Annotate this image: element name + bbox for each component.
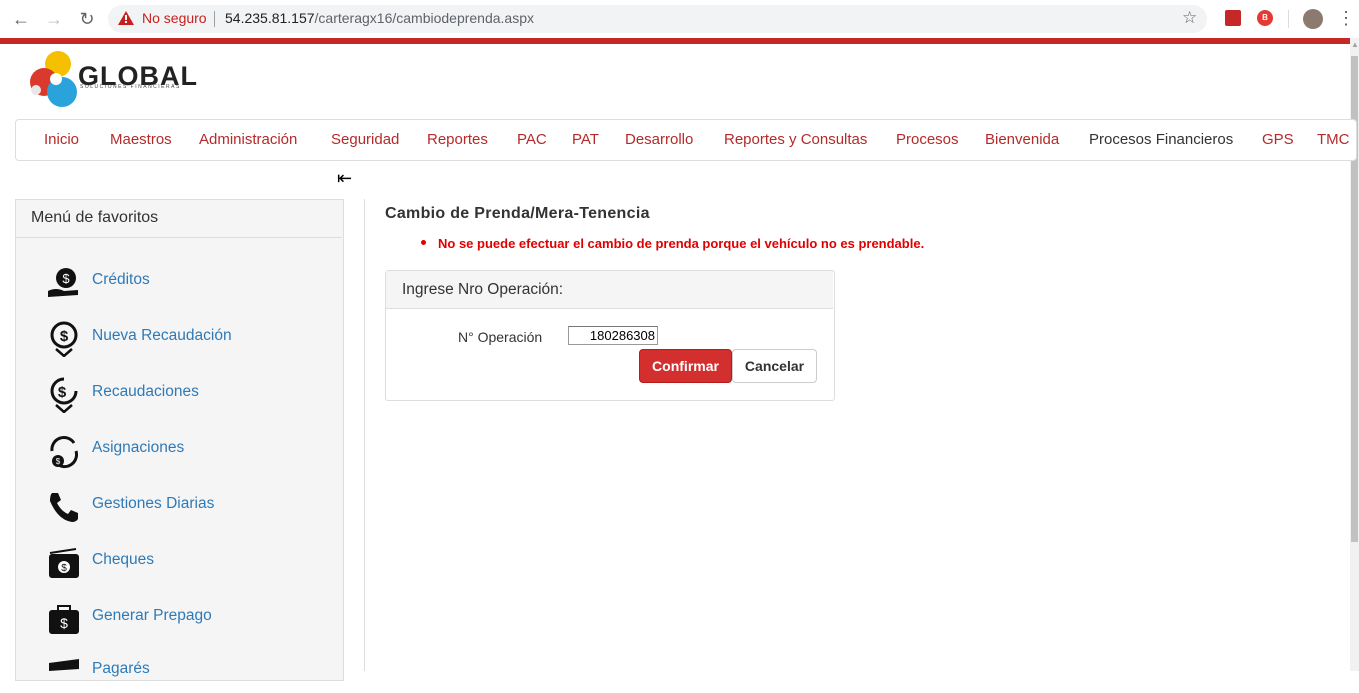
page-title: Cambio de Prenda/Mera-Tenencia <box>385 205 650 222</box>
warning-triangle-icon <box>118 11 134 25</box>
menu-item-tmc[interactable]: TMC <box>1317 131 1350 148</box>
money-pin-icon: $ <box>50 377 78 413</box>
more-menu-icon[interactable]: ⋮ <box>1337 8 1355 29</box>
header-accent-bar <box>0 38 1350 44</box>
back-arrow-icon[interactable]: ← <box>10 8 32 30</box>
collapse-sidebar-icon[interactable]: ⇤ <box>337 168 352 189</box>
operation-number-input[interactable] <box>568 326 658 345</box>
svg-text:$: $ <box>56 457 61 466</box>
forward-arrow-icon[interactable]: → <box>43 8 65 30</box>
favorite-creditos[interactable]: Créditos <box>92 271 150 289</box>
url-text[interactable]: 54.235.81.157/carteragx16/cambiodeprenda… <box>225 10 534 26</box>
menu-item-procesos-financieros[interactable]: Procesos Financieros <box>1089 131 1233 148</box>
pdf-extension-icon[interactable] <box>1225 10 1241 26</box>
menu-item-maestros[interactable]: Maestros <box>110 131 172 148</box>
bookmark-star-icon[interactable]: ☆ <box>1182 8 1197 28</box>
cancel-button[interactable]: Cancelar <box>732 349 817 383</box>
favorite-recaudaciones[interactable]: Recaudaciones <box>92 383 199 401</box>
svg-text:$: $ <box>61 563 67 574</box>
menu-item-desarrollo[interactable]: Desarrollo <box>625 131 693 148</box>
error-message: No se puede efectuar el cambio de prenda… <box>438 236 925 251</box>
menu-item-bienvenida[interactable]: Bienvenida <box>985 131 1059 148</box>
briefcase-money-icon: $ <box>49 605 79 634</box>
phone-icon <box>50 493 78 522</box>
cash-stack-icon: $ <box>49 548 79 578</box>
confirm-button[interactable]: Confirmar <box>639 349 732 383</box>
bills-icon <box>49 659 79 671</box>
operation-panel-title: Ingrese Nro Operación: <box>402 281 564 298</box>
menu-item-seguridad[interactable]: Seguridad <box>331 131 399 148</box>
menu-item-gps[interactable]: GPS <box>1262 131 1294 148</box>
money-cycle-icon: $ <box>50 436 79 469</box>
svg-text:$: $ <box>58 384 67 401</box>
favorite-asignaciones[interactable]: Asignaciones <box>92 439 184 457</box>
url-path: /carteragx16/cambiodeprenda.aspx <box>314 10 534 26</box>
menu-item-procesos[interactable]: Procesos <box>896 131 959 148</box>
menu-item-inicio[interactable]: Inicio <box>44 131 79 148</box>
favorite-generar-prepago[interactable]: Generar Prepago <box>92 607 212 625</box>
menu-item-reportes[interactable]: Reportes <box>427 131 488 148</box>
favorite-cheques[interactable]: Cheques <box>92 551 154 569</box>
money-pin-icon: $ <box>50 321 78 357</box>
content-divider <box>364 199 365 671</box>
menu-item-reportes-consultas[interactable]: Reportes y Consultas <box>724 131 867 148</box>
url-host: 54.235.81.157 <box>225 10 315 26</box>
menu-item-administracion[interactable]: Administración <box>199 131 297 148</box>
money-hand-icon: $ <box>48 268 78 297</box>
logo-tagline: SOLUCIONES FINANCIERAS <box>80 84 181 90</box>
menu-item-pat[interactable]: PAT <box>572 131 599 148</box>
toolbar-divider <box>1288 10 1289 28</box>
favorite-pagares[interactable]: Pagarés <box>92 660 150 678</box>
address-divider <box>214 11 215 27</box>
security-label[interactable]: No seguro <box>142 10 207 26</box>
favorites-title: Menú de favoritos <box>31 209 159 226</box>
favorite-gestiones-diarias[interactable]: Gestiones Diarias <box>92 495 214 513</box>
svg-text:$: $ <box>60 615 68 631</box>
svg-text:$: $ <box>62 271 70 286</box>
extension-badge-icon[interactable]: B <box>1257 10 1273 26</box>
scroll-up-arrow-icon[interactable]: ▲ <box>1351 40 1359 50</box>
error-bullet <box>421 240 426 245</box>
reload-icon[interactable]: ↻ <box>76 8 98 30</box>
profile-avatar[interactable] <box>1303 9 1323 29</box>
favorite-nueva-recaudacion[interactable]: Nueva Recaudación <box>92 327 232 345</box>
svg-text:$: $ <box>60 328 69 345</box>
menu-item-pac[interactable]: PAC <box>517 131 547 148</box>
operation-label: N° Operación <box>458 329 543 345</box>
